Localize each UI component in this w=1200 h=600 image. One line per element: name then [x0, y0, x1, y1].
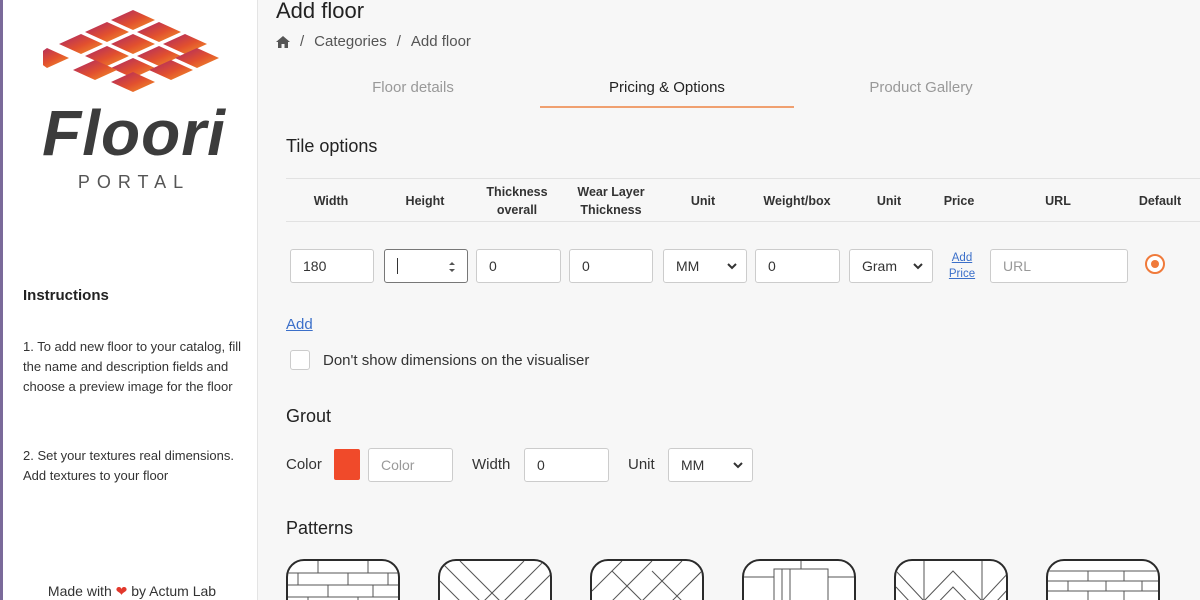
- col-weight-unit: Unit: [876, 194, 902, 208]
- col-default: Default: [1138, 194, 1182, 208]
- sidebar: Floori PORTAL Instructions 1. To add new…: [0, 0, 258, 600]
- pattern-herringbone[interactable]: [438, 559, 552, 600]
- made-with-prefix: Made with: [47, 583, 112, 599]
- brick-pattern-icon: [288, 561, 398, 600]
- pattern-chevron[interactable]: [894, 559, 1008, 600]
- breadcrumb: / Categories / Add floor: [276, 33, 471, 50]
- spinner-icon[interactable]: [447, 259, 457, 275]
- grout-width-label: Width: [472, 456, 511, 473]
- col-thickness: Thickness overall: [486, 185, 548, 217]
- col-width: Width: [313, 194, 349, 208]
- made-with-suffix: by Actum Lab: [131, 583, 217, 599]
- breadcrumb-categories[interactable]: Categories: [314, 33, 387, 50]
- col-height: Height: [405, 194, 445, 208]
- tab-bar: Floor details Pricing & Options Product …: [286, 70, 1186, 108]
- instruction-step-2: 2. Set your textures real dimensions. Ad…: [23, 448, 234, 483]
- breadcrumb-separator: /: [396, 33, 401, 50]
- chevron-pattern-icon: [896, 561, 1006, 600]
- pattern-stacked-brick[interactable]: [1046, 559, 1160, 600]
- weight-unit-select-value: Gram: [862, 258, 897, 274]
- weight-box-input[interactable]: 0: [755, 249, 840, 283]
- page-title: Add floor: [276, 0, 365, 23]
- home-icon[interactable]: [276, 35, 290, 48]
- unit-select-value: MM: [676, 258, 700, 274]
- thickness-input[interactable]: 0: [476, 249, 561, 283]
- col-weight-box: Weight/box: [763, 194, 831, 208]
- pattern-diagonal[interactable]: [590, 559, 704, 600]
- col-url: URL: [1045, 194, 1071, 208]
- col-wear-layer: Wear Layer Thickness: [577, 185, 645, 217]
- stacked-brick-pattern-icon: [1048, 570, 1158, 600]
- pattern-basketweave[interactable]: [742, 559, 856, 600]
- grout-unit-select-value: MM: [681, 457, 705, 473]
- chevron-down-icon: [727, 263, 737, 270]
- tab-product-gallery[interactable]: Product Gallery: [794, 70, 1048, 108]
- made-with-footer: Made with ❤ by Actum Lab: [3, 583, 261, 600]
- default-radio[interactable]: [1145, 254, 1165, 274]
- grout-color-label: Color: [286, 456, 322, 473]
- grout-width-input[interactable]: 0: [524, 448, 609, 482]
- hide-dimensions-label: Don't show dimensions on the visualiser: [323, 352, 590, 369]
- main-content: Add floor / Categories / Add floor Floor…: [258, 0, 1200, 600]
- logo-wordmark: Floori: [42, 97, 226, 169]
- add-price-link[interactable]: Add Price: [946, 250, 978, 282]
- logo-subtitle: PORTAL: [77, 172, 191, 192]
- col-price: Price: [943, 194, 975, 208]
- grout-color-input[interactable]: Color: [368, 448, 453, 482]
- floori-logo-tiles: [43, 10, 219, 92]
- tab-floor-details[interactable]: Floor details: [286, 70, 540, 108]
- basketweave-pattern-icon: [744, 561, 854, 600]
- hide-dimensions-checkbox[interactable]: [290, 350, 310, 370]
- heart-icon: ❤: [115, 583, 128, 599]
- grout-title: Grout: [286, 406, 332, 426]
- tab-pricing-options[interactable]: Pricing & Options: [540, 70, 794, 108]
- grout-color-swatch[interactable]: [334, 449, 360, 480]
- instructions-title: Instructions: [23, 287, 109, 304]
- chevron-down-icon: [733, 462, 743, 469]
- chevron-down-icon: [913, 263, 923, 270]
- patterns-title: Patterns: [286, 518, 354, 538]
- weight-unit-select[interactable]: Gram: [849, 249, 933, 283]
- breadcrumb-add-floor: Add floor: [410, 33, 471, 50]
- instruction-step-1: 1. To add new floor to your catalog, fil…: [23, 339, 241, 394]
- tile-options-title: Tile options: [286, 136, 378, 156]
- url-input[interactable]: URL: [990, 249, 1128, 283]
- height-input[interactable]: [384, 249, 468, 283]
- tile-options-header: Width Height Thickness overall Wear Laye…: [286, 178, 1200, 222]
- pattern-brick[interactable]: [286, 559, 400, 600]
- add-row-link[interactable]: Add: [286, 316, 313, 333]
- herringbone-pattern-icon: [440, 561, 550, 600]
- text-caret: [397, 258, 398, 274]
- grout-unit-label: Unit: [628, 456, 655, 473]
- wear-layer-input[interactable]: 0: [569, 249, 653, 283]
- unit-select[interactable]: MM: [663, 249, 747, 283]
- col-unit: Unit: [690, 194, 716, 208]
- breadcrumb-separator: /: [300, 33, 305, 50]
- grout-unit-select[interactable]: MM: [668, 448, 753, 482]
- width-input[interactable]: 180: [290, 249, 374, 283]
- diagonal-pattern-icon: [592, 561, 702, 600]
